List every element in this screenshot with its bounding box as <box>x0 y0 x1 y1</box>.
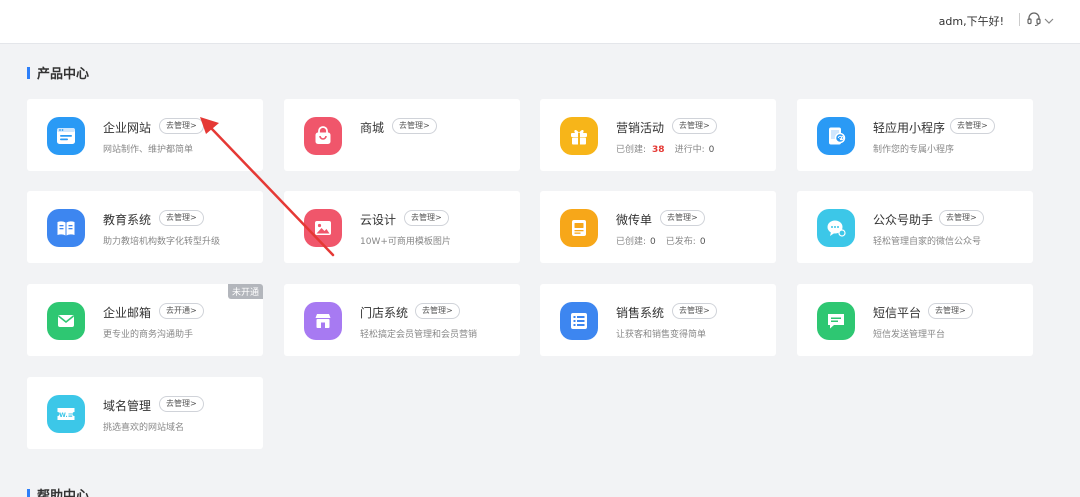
manage-button[interactable]: 去管理> <box>939 210 984 226</box>
product-card-domain[interactable]: W.≡ 域名管理 去管理> 挑选喜欢的网站域名 <box>27 377 263 449</box>
flyer-icon <box>560 209 598 247</box>
product-name: 销售系统 <box>616 306 665 320</box>
domain-icon: W.≡ <box>47 395 85 433</box>
header-divider <box>1019 13 1020 26</box>
product-card-cloud-design[interactable]: 云设计 去管理> 10W+可商用模板图片 <box>284 191 520 263</box>
product-card-mini-program[interactable]: 轻应用小程序 去管理> 制作您的专属小程序 <box>797 99 1033 171</box>
chevron-down-icon[interactable] <box>1043 12 1055 24</box>
product-card-flyer[interactable]: 微传单 去管理> 已创建: 0 已发布: 0 <box>540 191 776 263</box>
website-icon <box>47 117 85 155</box>
section-title-text: 帮助中心 <box>37 489 90 497</box>
product-name: 轻应用小程序 <box>873 121 946 135</box>
product-card-official-account[interactable]: 公众号助手 去管理> 轻松管理自家的微信公众号 <box>797 191 1033 263</box>
mail-icon <box>47 302 85 340</box>
product-description: 短信发送管理平台 <box>873 330 946 340</box>
product-card-store[interactable]: 门店系统 去管理> 轻松搞定会员管理和会员营销 <box>284 284 520 356</box>
manage-button[interactable]: 去管理> <box>159 396 204 412</box>
product-card-marketing[interactable]: 营销活动 去管理> 已创建: 38 进行中: 0 <box>540 99 776 171</box>
store-icon <box>304 302 342 340</box>
shop-bag-icon <box>304 117 342 155</box>
mini-program-icon <box>817 117 855 155</box>
user-greeting[interactable]: adm,下午好! <box>939 13 1004 29</box>
created-count: 38 <box>652 145 665 155</box>
gift-icon <box>560 117 598 155</box>
section-accent-bar <box>27 66 30 79</box>
product-card-shop[interactable]: 商城 去管理> <box>284 99 520 171</box>
published-count: 0 <box>699 237 706 247</box>
manage-button[interactable]: 去管理> <box>660 210 705 226</box>
product-description: 更专业的商务沟通助手 <box>103 330 194 340</box>
product-stats: 已创建: 38 进行中: 0 <box>616 142 714 155</box>
list-icon <box>560 302 598 340</box>
created-label: 已创建: <box>616 237 647 247</box>
manage-button[interactable]: 去管理> <box>392 118 437 134</box>
product-name: 门店系统 <box>360 306 409 320</box>
product-card-enterprise-mail[interactable]: 未开通 企业邮箱 去开通> 更专业的商务沟通助手 <box>27 284 263 356</box>
manage-button[interactable]: 去管理> <box>928 303 973 319</box>
product-description: 助力教培机构数字化转型升级 <box>103 237 221 247</box>
product-description: 10W+可商用模板图片 <box>360 237 451 247</box>
product-card-education[interactable]: 教育系统 去管理> 助力教培机构数字化转型升级 <box>27 191 263 263</box>
not-activated-badge: 未开通 <box>227 284 263 299</box>
product-description: 轻松管理自家的微信公众号 <box>873 237 982 247</box>
product-name: 企业邮箱 <box>103 306 152 320</box>
product-description: 制作您的专属小程序 <box>873 145 955 155</box>
product-name: 商城 <box>360 121 385 135</box>
product-description: 让获客和销售变得简单 <box>616 330 707 340</box>
sms-icon <box>817 302 855 340</box>
product-name: 企业网站 <box>103 121 152 135</box>
section-title-product-center: 产品中心 <box>27 63 89 82</box>
section-title-help-center: 帮助中心 <box>27 485 89 497</box>
manage-button[interactable]: 去管理> <box>159 210 204 226</box>
product-description: 挑选喜欢的网站域名 <box>103 423 185 433</box>
manage-button[interactable]: 去管理> <box>415 303 460 319</box>
product-name: 云设计 <box>360 213 397 227</box>
product-stats: 已创建: 0 已发布: 0 <box>616 234 706 247</box>
manage-button[interactable]: 去管理> <box>950 118 995 134</box>
running-label: 进行中: <box>674 145 705 155</box>
created-label: 已创建: <box>616 145 647 155</box>
published-label: 已发布: <box>665 237 696 247</box>
product-card-sms[interactable]: 短信平台 去管理> 短信发送管理平台 <box>797 284 1033 356</box>
product-description: 轻松搞定会员管理和会员营销 <box>360 330 478 340</box>
image-icon <box>304 209 342 247</box>
manage-button[interactable]: 去管理> <box>672 303 717 319</box>
manage-button[interactable]: 去管理> <box>404 210 449 226</box>
book-icon <box>47 209 85 247</box>
product-name: 公众号助手 <box>873 213 934 227</box>
running-count: 0 <box>708 145 715 155</box>
top-bar: adm,下午好! <box>0 0 1080 44</box>
product-name: 域名管理 <box>103 399 152 413</box>
product-name: 微传单 <box>616 213 653 227</box>
chat-bubble-icon <box>817 209 855 247</box>
section-accent-bar <box>27 488 30 497</box>
svg-text:W.≡: W.≡ <box>59 412 72 419</box>
created-count: 0 <box>650 237 656 247</box>
product-name: 短信平台 <box>873 306 922 320</box>
manage-button[interactable]: 去管理> <box>672 118 717 134</box>
product-card-website[interactable]: 企业网站 去管理> 网站制作、维护都简单 <box>27 99 263 171</box>
product-card-sales[interactable]: 销售系统 去管理> 让获客和销售变得简单 <box>540 284 776 356</box>
section-title-text: 产品中心 <box>37 67 90 82</box>
product-name: 教育系统 <box>103 213 152 227</box>
product-name: 营销活动 <box>616 121 665 135</box>
customer-service-icon[interactable] <box>1026 11 1042 27</box>
manage-button[interactable]: 去管理> <box>159 118 204 134</box>
product-description: 网站制作、维护都简单 <box>103 145 194 155</box>
activate-button[interactable]: 去开通> <box>159 303 204 319</box>
